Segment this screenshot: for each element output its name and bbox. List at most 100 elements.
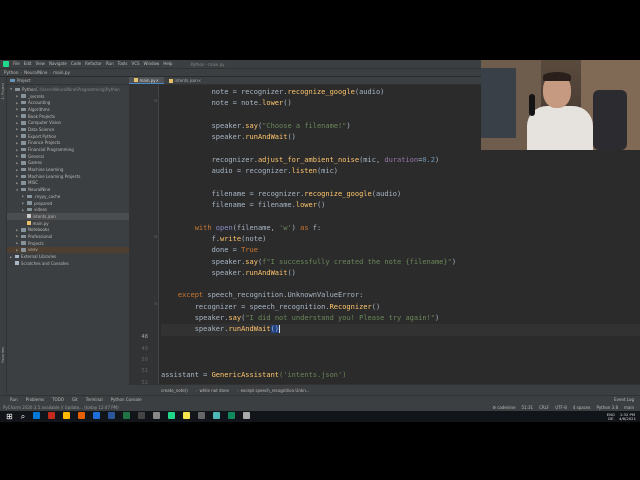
update-notice[interactable]: PyCharm 2020.3.5 available // Update... … — [3, 405, 119, 410]
taskbar-app-icon[interactable] — [168, 411, 176, 419]
taskbar-app-icon[interactable] — [153, 411, 161, 419]
tree-item[interactable]: ▶ Machine Learning — [7, 166, 129, 173]
tool-window-todo[interactable]: TODO — [52, 397, 64, 402]
taskbar-app-icon[interactable] — [183, 411, 191, 419]
tree-item[interactable]: ▶ Finance Projects — [7, 140, 129, 147]
menu-view[interactable]: View — [35, 60, 45, 68]
tree-item[interactable]: ▶ Financial Programming — [7, 146, 129, 153]
tree-item[interactable]: ▶ Data Science — [7, 126, 129, 133]
code-line[interactable]: filename = recognizer.recognize_google(a… — [161, 190, 402, 198]
taskbar-app-icon[interactable] — [93, 411, 101, 419]
clock[interactable]: 1:32 PM 4/6/2021 — [619, 412, 636, 421]
search-icon[interactable]: ⌕ — [21, 412, 25, 422]
code-crumb[interactable]: except speech_recognition.Unkn... — [241, 388, 310, 393]
menu-refactor[interactable]: Refactor — [85, 60, 102, 68]
status-item[interactable]: UTF-8 — [555, 405, 567, 410]
tool-window-terminal[interactable]: Terminal — [86, 397, 103, 402]
menu-help[interactable]: Help — [163, 60, 172, 68]
taskbar-app-icon[interactable] — [108, 411, 116, 419]
status-item[interactable]: main — [624, 405, 634, 410]
menu-file[interactable]: File — [13, 60, 20, 68]
status-item[interactable]: 4 spaces — [573, 405, 591, 410]
tree-item[interactable]: ▶ General — [7, 153, 129, 160]
windows-start-icon[interactable]: ⊞ — [6, 412, 13, 422]
tree-item[interactable]: ▼ Python C:\Users\NeuralNine\Programming\… — [7, 86, 129, 93]
status-item[interactable]: CRLF — [539, 405, 549, 410]
tree-item[interactable]: ▶ Professional — [7, 233, 129, 240]
tree-item[interactable]: ▶ prepared — [7, 200, 129, 207]
tree-item[interactable]: ▶ Machine Learning Projects — [7, 173, 129, 180]
editor-tab[interactable]: main.py × — [129, 77, 165, 84]
tree-item[interactable]: main.py — [7, 220, 129, 227]
nav-crumb-2[interactable]: main.py — [53, 70, 70, 75]
tree-item[interactable]: ▶ Games — [7, 160, 129, 167]
code-line[interactable]: speaker.say("I did not understand you! P… — [161, 314, 439, 322]
code-line[interactable]: speaker.runAndWait() — [161, 269, 296, 277]
code-line[interactable]: recognizer = speech_recognition.Recogniz… — [161, 303, 380, 311]
taskbar-app-icon[interactable] — [48, 411, 56, 419]
project-tool-button[interactable]: 1: Project — [1, 83, 5, 100]
event-log-button[interactable]: Event Log — [614, 397, 634, 402]
taskbar-app-icon[interactable] — [138, 411, 146, 419]
menu-code[interactable]: Code — [71, 60, 81, 68]
favorites-tool-button[interactable]: Favorites — [1, 347, 5, 363]
menu-vcs[interactable]: VCS — [131, 60, 139, 68]
taskbar-app-icon[interactable] — [243, 411, 251, 419]
code-line[interactable]: speaker.say(f"I successfully created the… — [161, 258, 456, 266]
code-line[interactable]: note = recognizer.recognize_google(audio… — [161, 88, 385, 96]
tool-window-git[interactable]: Git — [72, 397, 78, 402]
tree-item[interactable]: ▶ _secrets — [7, 93, 129, 100]
nav-crumb-1[interactable]: NeuralNine — [24, 70, 47, 75]
status-item[interactable]: Python 3.8 — [597, 405, 619, 410]
tool-window-python-console[interactable]: Python Console — [111, 397, 142, 402]
tree-item[interactable]: ▶ MISC — [7, 180, 129, 187]
status-item[interactable]: 51:31 — [522, 405, 534, 410]
taskbar-app-icon[interactable] — [213, 411, 221, 419]
code-line[interactable]: speaker.say("Choose a filename!") — [161, 122, 351, 130]
editor-tab[interactable]: intents.json × — [164, 77, 206, 84]
close-icon[interactable]: × — [198, 78, 201, 83]
code-line[interactable]: recognizer.adjust_for_ambient_noise(mic,… — [161, 156, 440, 164]
menu-edit[interactable]: Edit — [24, 60, 32, 68]
code-line[interactable]: speaker.runAndWait() — [161, 325, 281, 334]
code-crumb[interactable]: create_note() — [161, 388, 188, 393]
code-line[interactable]: filename = filename.lower() — [161, 201, 326, 209]
code-line[interactable]: audio = recognizer.listen(mic) — [161, 167, 338, 175]
fold-icon[interactable]: ⊟ — [154, 234, 157, 239]
taskbar-app-icon[interactable] — [123, 411, 131, 419]
code-line[interactable]: note = note.lower() — [161, 99, 292, 107]
language-indicator[interactable]: ENG DE — [607, 412, 615, 421]
tool-window-run[interactable]: Run — [10, 397, 18, 402]
tree-item[interactable]: ▶ Computer Vision — [7, 119, 129, 126]
tree-item[interactable]: Scratches and Consoles — [7, 260, 129, 267]
nav-crumb-0[interactable]: Python — [4, 70, 19, 75]
tool-window-problems[interactable]: Problems — [26, 397, 44, 402]
taskbar-app-icon[interactable] — [63, 411, 71, 419]
tree-item[interactable]: ▶ Notebooks — [7, 226, 129, 233]
code-line[interactable]: speaker.runAndWait() — [161, 133, 296, 141]
close-icon[interactable]: × — [156, 78, 159, 83]
tree-item[interactable]: ▶ Projects — [7, 240, 129, 247]
status-item[interactable]: ⚙ codenine — [492, 405, 515, 410]
tree-item[interactable]: ▶ Algorithms — [7, 106, 129, 113]
tree-item[interactable]: ▶ Export Python — [7, 133, 129, 140]
project-panel-title[interactable]: Project — [17, 78, 31, 83]
tree-item[interactable]: ▶ .mypy_cache — [7, 193, 129, 200]
menu-run[interactable]: Run — [106, 60, 114, 68]
menu-navigate[interactable]: Navigate — [49, 60, 67, 68]
code-crumb[interactable]: while not done — [199, 388, 229, 393]
code-line[interactable]: done = True — [161, 246, 258, 254]
tree-item[interactable]: ▶ videos — [7, 206, 129, 213]
taskbar-app-icon[interactable] — [198, 411, 206, 419]
menu-tools[interactable]: Tools — [118, 60, 128, 68]
fold-icon[interactable]: ⊟ — [154, 301, 157, 306]
code-line[interactable]: with open(filename, 'w') as f: — [161, 224, 321, 232]
code-line[interactable]: except speech_recognition.UnknownValueEr… — [161, 291, 363, 299]
taskbar-app-icon[interactable] — [33, 411, 41, 419]
tree-item[interactable]: ▶ Book Projects — [7, 113, 129, 120]
tree-item[interactable]: ▶ External Libraries — [7, 253, 129, 260]
tree-item[interactable]: ▶ venv — [7, 246, 129, 254]
tree-item[interactable]: ▶ Accounting — [7, 99, 129, 106]
code-line[interactable]: f.write(note) — [161, 235, 267, 243]
taskbar-app-icon[interactable] — [228, 411, 236, 419]
